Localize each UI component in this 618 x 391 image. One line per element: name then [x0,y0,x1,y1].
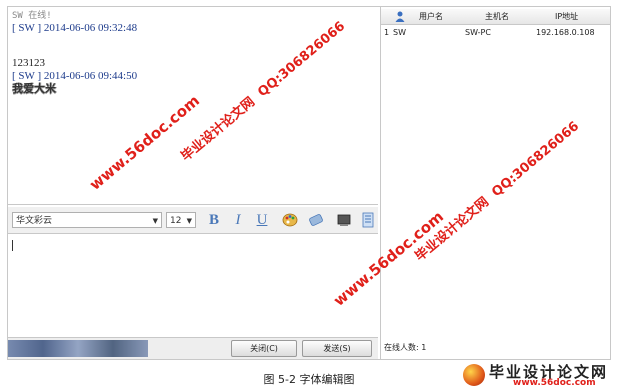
chat-window: SW 在线! [ SW ] 2014-06-06 09:32:48 123123… [7,6,611,360]
font-size-value: 12 [170,216,182,226]
action-bar: 关闭(C) 发送(S) [8,338,378,359]
chat-panel: SW 在线! [ SW ] 2014-06-06 09:32:48 123123… [8,7,381,359]
system-status-line: SW 在线! [12,11,52,21]
screenshot-icon[interactable] [336,212,352,228]
message-input[interactable] [8,235,378,338]
column-header-username[interactable]: 用户名 [419,9,443,24]
chat-log[interactable]: SW 在线! [ SW ] 2014-06-06 09:32:48 123123… [8,7,378,205]
figure-caption: 图 5-2 字体编辑图 [263,373,355,386]
font-size-select[interactable]: 12 ▼ [166,212,196,228]
message-header: [ SW ] 2014-06-06 09:44:50 [12,70,138,82]
row-index: 1 [384,28,390,37]
font-family-select[interactable]: 华文彩云 ▼ [12,212,162,228]
send-button[interactable]: 发送(S) [302,340,372,357]
row-ip: 192.168.0.108 [536,28,595,37]
underline-button[interactable]: U [252,211,272,229]
message-body: 123123 [12,57,45,69]
online-count: 在线人数: 1 [384,343,427,352]
message-body-styled: 我爱大米 [12,83,56,95]
user-list-panel: 用户名 主机名 IP地址 1 SW SW-PC 192.168.0.108 在线… [381,7,610,359]
bold-button[interactable]: B [204,211,224,229]
column-header-hostname[interactable]: 主机名 [485,9,509,24]
message-header: [ SW ] 2014-06-06 09:32:48 [12,22,138,34]
close-button[interactable]: 关闭(C) [231,340,297,357]
italic-button[interactable]: I [228,211,248,229]
font-toolbar: 华文彩云 ▼ 12 ▼ B I U [8,207,378,234]
column-header-ip[interactable]: IP地址 [555,9,578,24]
chevron-down-icon: ▼ [152,217,158,225]
text-cursor [12,240,13,251]
background-image-strip [8,340,148,357]
user-icon [395,11,405,22]
chevron-down-icon: ▼ [186,217,192,225]
row-hostname: SW-PC [465,28,491,37]
settings-icon[interactable] [360,212,376,228]
row-username: SW [393,28,406,37]
emoticon-icon[interactable] [308,212,324,228]
table-row[interactable]: 1 SW SW-PC 192.168.0.108 [381,26,610,40]
color-palette-icon[interactable] [282,212,298,228]
user-list-header: 用户名 主机名 IP地址 [381,9,610,25]
font-family-value: 华文彩云 [16,216,53,226]
